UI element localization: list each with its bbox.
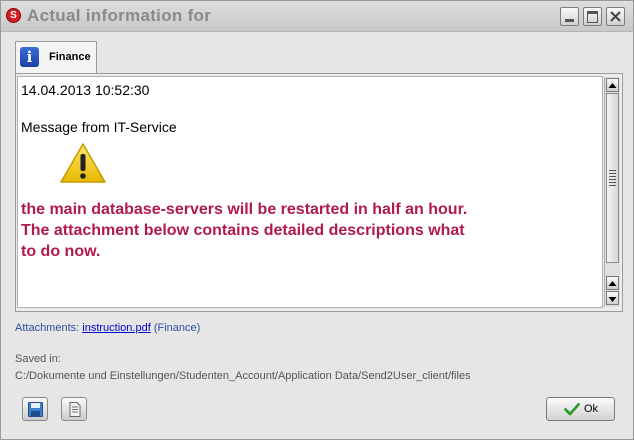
saved-label: Saved in: (15, 353, 61, 365)
attachments-label: Attachments: (15, 322, 80, 334)
warning-icon (60, 143, 106, 183)
app-logo-icon (6, 8, 21, 23)
message-content: 14.04.2013 10:52:30 Message from IT-Serv… (17, 76, 603, 308)
minimize-button[interactable] (560, 7, 579, 26)
attachments-line: Attachments: instruction.pdf (Finance) (15, 322, 200, 334)
message-window: Actual information for Finance 14.04.201… (0, 0, 634, 440)
message-body: the main database-servers will be restar… (21, 199, 541, 262)
floppy-disk-icon (28, 402, 43, 417)
arrow-up-icon (608, 83, 617, 88)
arrow-down-icon (608, 297, 617, 302)
scroll-down-button[interactable] (606, 291, 619, 305)
saved-path: C:/Dokumente und Einstellungen/Studenten… (15, 370, 471, 382)
scroll-thumb[interactable] (606, 93, 619, 263)
close-icon (610, 11, 621, 22)
title-bar[interactable]: Actual information for (1, 1, 633, 32)
grip-icon (609, 170, 616, 188)
window-title: Actual information for (27, 6, 212, 25)
info-icon (20, 47, 39, 67)
ok-button[interactable]: Ok (546, 397, 615, 421)
message-timestamp: 14.04.2013 10:52:30 (21, 82, 150, 98)
scroll-up-button[interactable] (606, 78, 619, 92)
checkmark-icon (564, 403, 580, 416)
message-line: to do now. (21, 243, 101, 260)
attachment-link[interactable]: instruction.pdf (82, 322, 150, 334)
scroll-page-up-button[interactable] (606, 276, 619, 290)
maximize-button[interactable] (583, 7, 602, 26)
arrow-up-icon (608, 281, 617, 286)
open-document-button[interactable] (61, 397, 87, 421)
save-button[interactable] (22, 397, 48, 421)
tab-finance[interactable]: Finance (15, 41, 97, 73)
close-button[interactable] (606, 7, 625, 26)
document-icon (69, 402, 81, 417)
tab-label: Finance (49, 51, 91, 63)
attachment-category: (Finance) (153, 322, 201, 334)
vertical-scrollbar[interactable] (604, 77, 620, 307)
message-line: The attachment below contains detailed d… (21, 222, 465, 239)
message-sender: Message from IT-Service (21, 119, 177, 135)
ok-button-label: Ok (584, 403, 599, 415)
message-line: the main database-servers will be restar… (21, 201, 468, 218)
